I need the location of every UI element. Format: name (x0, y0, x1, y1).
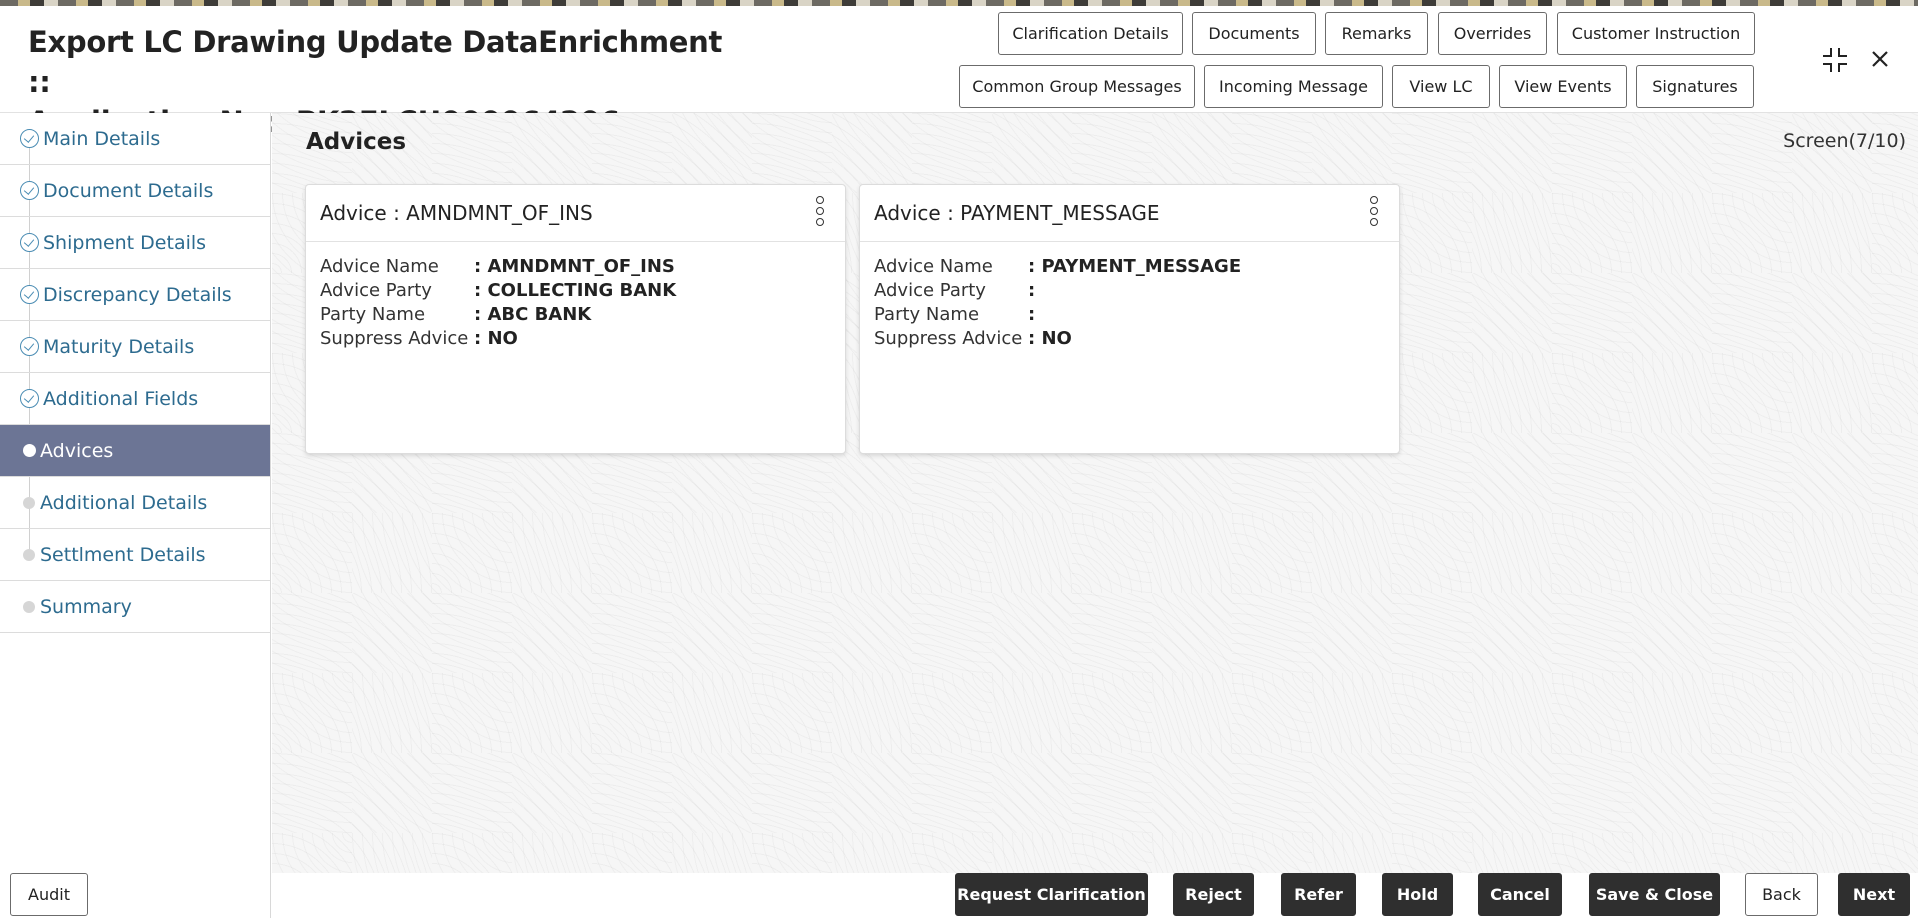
advice-field-row: Advice Name : AMNDMNT_OF_INS (320, 256, 676, 280)
advice-card-title: Advice : AMNDMNT_OF_INS (320, 201, 593, 225)
sidebar-item-advices[interactable]: Advices (0, 425, 270, 477)
sidebar-item-label: Main Details (43, 127, 161, 150)
field-label: Advice Party (874, 280, 986, 301)
sidebar-item-label: Settlment Details (40, 543, 206, 566)
advice-field-row: Party Name : ABC BANK (320, 304, 676, 328)
advice-field-row: Suppress Advice : NO (874, 328, 1241, 352)
advice-card-header: Advice : PAYMENT_MESSAGE (860, 185, 1399, 242)
sidebar-item-label: Summary (40, 595, 132, 618)
customer-instruction-button[interactable]: Customer Instruction (1557, 12, 1755, 55)
documents-button[interactable]: Documents (1192, 12, 1316, 55)
field-label: Advice Name (320, 256, 439, 277)
pending-step-dot-icon (23, 548, 35, 561)
field-label: Party Name (320, 304, 426, 325)
check-icon (20, 233, 39, 252)
field-label: Party Name (874, 304, 980, 325)
main-content: Advices Screen(7/10) Advice : AMNDMNT_OF… (272, 113, 1918, 873)
kebab-menu-icon[interactable] (815, 196, 825, 228)
footer-action-bar: Audit Request Clarification Reject Refer… (0, 873, 1918, 918)
field-label: Advice Party (320, 280, 432, 301)
advice-card: Advice : PAYMENT_MESSAGE Advice Name : P… (859, 184, 1400, 454)
common-group-messages-button[interactable]: Common Group Messages (959, 65, 1195, 108)
advice-field-row: Party Name : (874, 304, 1241, 328)
sidebar-item-document-details[interactable]: Document Details (0, 165, 270, 217)
request-clarification-button[interactable]: Request Clarification (955, 873, 1148, 916)
sidebar-item-label: Shipment Details (43, 231, 207, 254)
sidebar-item-additional-details[interactable]: Additional Details (0, 477, 270, 529)
back-button[interactable]: Back (1745, 873, 1818, 916)
check-icon (20, 285, 39, 304)
field-value: : ABC BANK (474, 304, 592, 325)
view-lc-button[interactable]: View LC (1392, 65, 1490, 108)
sidebar-item-summary[interactable]: Summary (0, 581, 270, 633)
pending-step-dot-icon (23, 600, 35, 613)
field-label: Advice Name (874, 256, 993, 277)
advice-field-row: Advice Party : (874, 280, 1241, 304)
sidebar-item-additional-fields[interactable]: Additional Fields (0, 373, 270, 425)
field-value: : NO (1028, 328, 1072, 349)
remarks-button[interactable]: Remarks (1325, 12, 1428, 55)
field-value: : (1028, 304, 1036, 325)
advice-field-row: Advice Name : PAYMENT_MESSAGE (874, 256, 1241, 280)
check-icon (20, 181, 39, 200)
check-icon (20, 337, 39, 356)
hold-button[interactable]: Hold (1382, 873, 1453, 916)
advice-card-header: Advice : AMNDMNT_OF_INS (306, 185, 845, 242)
advice-field-row: Advice Party : COLLECTING BANK (320, 280, 676, 304)
field-value: : NO (474, 328, 518, 349)
current-step-dot-icon (23, 444, 36, 457)
advice-field-row: Suppress Advice : NO (320, 328, 676, 352)
reject-button[interactable]: Reject (1173, 873, 1254, 916)
advice-card-body: Advice Name : AMNDMNT_OF_INS Advice Part… (320, 256, 676, 352)
field-value: : COLLECTING BANK (474, 280, 677, 301)
sidebar-item-settlment-details[interactable]: Settlment Details (0, 529, 270, 581)
minimize-icon[interactable] (1821, 46, 1849, 74)
sidebar-item-shipment-details[interactable]: Shipment Details (0, 217, 270, 269)
advice-card-body: Advice Name : PAYMENT_MESSAGE Advice Par… (874, 256, 1241, 352)
signatures-button[interactable]: Signatures (1636, 65, 1754, 108)
kebab-menu-icon[interactable] (1369, 196, 1379, 228)
refer-button[interactable]: Refer (1281, 873, 1356, 916)
sidebar-item-label: Maturity Details (43, 335, 195, 358)
sidebar-item-maturity-details[interactable]: Maturity Details (0, 321, 270, 373)
sidebar-item-label: Document Details (43, 179, 214, 202)
sidebar-item-discrepancy-details[interactable]: Discrepancy Details (0, 269, 270, 321)
overrides-button[interactable]: Overrides (1438, 12, 1547, 55)
incoming-message-button[interactable]: Incoming Message (1204, 65, 1383, 108)
field-value: : AMNDMNT_OF_INS (474, 256, 675, 277)
sidebar-item-label: Additional Fields (43, 387, 199, 410)
sidebar-nav: Main Details Document Details Shipment D… (0, 113, 271, 918)
sidebar-item-main-details[interactable]: Main Details (0, 113, 270, 165)
save-close-button[interactable]: Save & Close (1589, 873, 1720, 916)
check-icon (20, 129, 39, 148)
screen-indicator: Screen(7/10) (1783, 130, 1906, 152)
cancel-button[interactable]: Cancel (1478, 873, 1562, 916)
page-title: Advices (306, 129, 407, 155)
sidebar-item-label: Advices (40, 439, 114, 462)
audit-button[interactable]: Audit (10, 873, 88, 916)
check-icon (20, 389, 39, 408)
title-line-1: Export LC Drawing Update DataEnrichment … (28, 25, 723, 99)
advice-card-title: Advice : PAYMENT_MESSAGE (874, 201, 1160, 225)
view-events-button[interactable]: View Events (1499, 65, 1627, 108)
field-label: Suppress Advice (320, 328, 469, 349)
field-value: : (1028, 280, 1036, 301)
sidebar-item-label: Additional Details (40, 491, 208, 514)
next-button[interactable]: Next (1838, 873, 1910, 916)
sidebar-item-label: Discrepancy Details (43, 283, 232, 306)
advice-card: Advice : AMNDMNT_OF_INS Advice Name : AM… (305, 184, 846, 454)
pending-step-dot-icon (23, 496, 35, 509)
header: Export LC Drawing Update DataEnrichment … (0, 6, 1918, 139)
close-icon[interactable] (1870, 49, 1890, 69)
field-label: Suppress Advice (874, 328, 1023, 349)
field-value: : PAYMENT_MESSAGE (1028, 256, 1242, 277)
clarification-details-button[interactable]: Clarification Details (998, 12, 1183, 55)
